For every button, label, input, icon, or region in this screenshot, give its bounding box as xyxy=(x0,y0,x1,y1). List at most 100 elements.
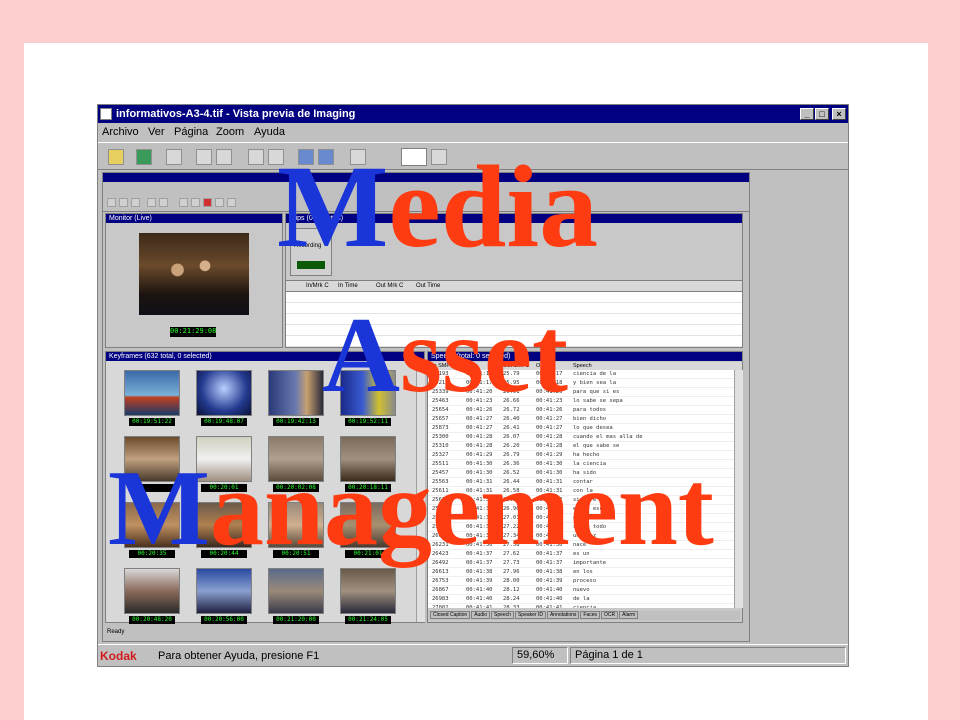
clips-col-outmrk[interactable]: Out Mrk C xyxy=(376,281,403,291)
keyframe-timecode: 00:19:48:07 xyxy=(201,418,247,426)
statusbar: Kodak Para obtener Ayuda, presione F1 59… xyxy=(98,644,848,666)
speech-cell: 00:41:27 xyxy=(466,416,493,422)
speech-row[interactable]: 25300 00:41:28 26.07 00:41:28 cuando el mas … xyxy=(428,433,734,442)
keyframe-thumbnail[interactable] xyxy=(196,568,252,614)
speech-row[interactable]: 26753 00:41:39 28.00 00:41:39 proceso xyxy=(428,577,734,586)
clips-col-intime[interactable]: In Time xyxy=(338,281,358,291)
speech-tab[interactable]: Speech xyxy=(490,611,514,619)
keyframe-thumbnail[interactable] xyxy=(124,370,180,416)
title-line-management-rest: anagement xyxy=(209,449,714,568)
keyframe-timecode: 00:21:20:00 xyxy=(273,616,319,624)
speech-cell: 00:41:40 xyxy=(536,587,563,593)
speech-tab[interactable]: OCR xyxy=(601,611,619,619)
speech-tab[interactable]: Closed Caption xyxy=(430,611,471,619)
menubar: Archivo Ver Página Zoom Ayuda xyxy=(98,123,848,141)
title-line-management: Management xyxy=(108,449,714,568)
monitor-video xyxy=(139,233,249,315)
speech-cell: 26.40 xyxy=(503,416,520,422)
speech-cell: 27002 xyxy=(432,605,449,608)
zoom-out-icon[interactable] xyxy=(216,149,232,165)
speech-cell: 00:41:40 xyxy=(536,596,563,602)
image-icon[interactable] xyxy=(136,149,152,165)
rewind-icon[interactable] xyxy=(179,198,188,207)
keyframe-thumbnail[interactable] xyxy=(268,568,324,614)
speech-cell: ciencia de la xyxy=(573,371,617,377)
menu-ayuda[interactable]: Ayuda xyxy=(254,123,285,141)
speech-cell: 28.24 xyxy=(503,596,520,602)
speech-cell: 26.07 xyxy=(503,434,520,440)
fit-page-icon[interactable] xyxy=(248,149,264,165)
new-icon[interactable] xyxy=(107,198,116,207)
copy-icon[interactable] xyxy=(159,198,168,207)
inner-status: Ready xyxy=(107,629,125,635)
speech-tab[interactable]: Faces xyxy=(580,611,601,619)
speech-cell: de la xyxy=(573,596,590,602)
minimize-button[interactable]: _ xyxy=(800,108,814,120)
speech-cell: proceso xyxy=(573,578,597,584)
play-icon[interactable] xyxy=(191,198,200,207)
menu-archivo[interactable]: Archivo xyxy=(102,123,139,141)
imaging-app-icon xyxy=(100,108,112,120)
menu-zoom[interactable]: Zoom xyxy=(216,123,244,141)
speech-cell: 28.00 xyxy=(503,578,520,584)
speech-cell: lo sabe se sepa xyxy=(573,398,623,404)
keyframe-timecode: 00:20:48:20 xyxy=(129,616,175,624)
speech-cell: 26613 xyxy=(432,569,449,575)
speech-tabs: Closed Caption Audio Speech Speaker ID Annot… xyxy=(430,611,740,620)
save-icon[interactable] xyxy=(131,198,140,207)
speech-cell: para que si es xyxy=(573,389,620,395)
speech-row[interactable]: 27002 00:41:41 28.33 00:41:41 ciencia xyxy=(428,604,734,608)
menu-pagina[interactable]: Página xyxy=(174,123,208,141)
speech-scrollbar[interactable] xyxy=(734,370,743,608)
clips-col-outtime[interactable]: Out Time xyxy=(416,281,440,291)
speech-cell: 26983 xyxy=(432,596,449,602)
speech-cell: 00:41:39 xyxy=(466,578,493,584)
menu-ver[interactable]: Ver xyxy=(148,123,165,141)
open-icon[interactable] xyxy=(119,198,128,207)
keyframe-thumbnail[interactable] xyxy=(340,568,396,614)
speech-cell: 00:41:40 xyxy=(466,596,493,602)
status-help: Para obtener Ayuda, presione F1 xyxy=(158,650,320,662)
speech-tab[interactable]: Audio xyxy=(471,611,490,619)
cut-icon[interactable] xyxy=(147,198,156,207)
record-icon[interactable] xyxy=(203,198,212,207)
forward-icon[interactable] xyxy=(227,198,236,207)
speech-cell: 00:41:27 xyxy=(466,425,493,431)
print-icon[interactable] xyxy=(166,149,182,165)
keyframe-thumbnail[interactable] xyxy=(268,370,324,416)
open-icon[interactable] xyxy=(108,149,124,165)
title-line-asset: Asset xyxy=(322,296,568,415)
speech-cell: 25657 xyxy=(432,416,449,422)
zoom-in-icon[interactable] xyxy=(196,149,212,165)
speech-cell: 00:41:41 xyxy=(536,605,563,608)
speech-cell: 00:41:28 xyxy=(536,434,563,440)
title-line-media-rest: edia xyxy=(388,141,599,272)
speech-cell: 28.12 xyxy=(503,587,520,593)
keyframe-thumbnail[interactable] xyxy=(124,568,180,614)
speech-cell: cuando el mas alla de xyxy=(573,434,643,440)
window-titlebar[interactable]: informativos-A3-4.tif - Vista previa de … xyxy=(98,105,848,123)
speech-row[interactable]: 26983 00:41:40 28.24 00:41:40 de la xyxy=(428,595,734,604)
speech-cell: 00:41:38 xyxy=(466,569,493,575)
keyframe-timecode: 00:21:24:05 xyxy=(345,616,391,624)
speech-row[interactable]: 25873 00:41:27 26.41 00:41:27 lo que desea xyxy=(428,424,734,433)
speech-tab[interactable]: Alarm xyxy=(619,611,639,619)
speech-row[interactable]: 26613 00:41:38 27.96 00:41:38 en los xyxy=(428,568,734,577)
speech-cell: 00:41:28 xyxy=(466,434,493,440)
speech-row[interactable]: 26867 00:41:40 28.12 00:41:40 nuevo xyxy=(428,586,734,595)
clips-header: In/Mrk C In Time Out Mrk C Out Time xyxy=(286,280,742,292)
speech-tab[interactable]: Annotations xyxy=(546,611,580,619)
speech-tab[interactable]: Speaker ID xyxy=(514,611,546,619)
speech-col-speech[interactable]: Speech xyxy=(573,362,592,370)
speech-row[interactable]: 25657 00:41:27 26.40 00:41:27 bien dicho xyxy=(428,415,734,424)
keyframe-thumbnail[interactable] xyxy=(196,370,252,416)
speech-cell: ciencia xyxy=(573,605,597,608)
clips-col-inmrk[interactable]: In/Mrk C xyxy=(306,281,329,291)
maximize-button[interactable]: □ xyxy=(815,108,829,120)
speech-cell: 27.96 xyxy=(503,569,520,575)
speech-cell: 25873 xyxy=(432,425,449,431)
pause-icon[interactable] xyxy=(215,198,224,207)
monitor-timecode: 00:21:29:08 xyxy=(170,327,217,337)
close-button[interactable]: × xyxy=(832,108,846,120)
status-page: Página 1 de 1 xyxy=(570,647,846,664)
